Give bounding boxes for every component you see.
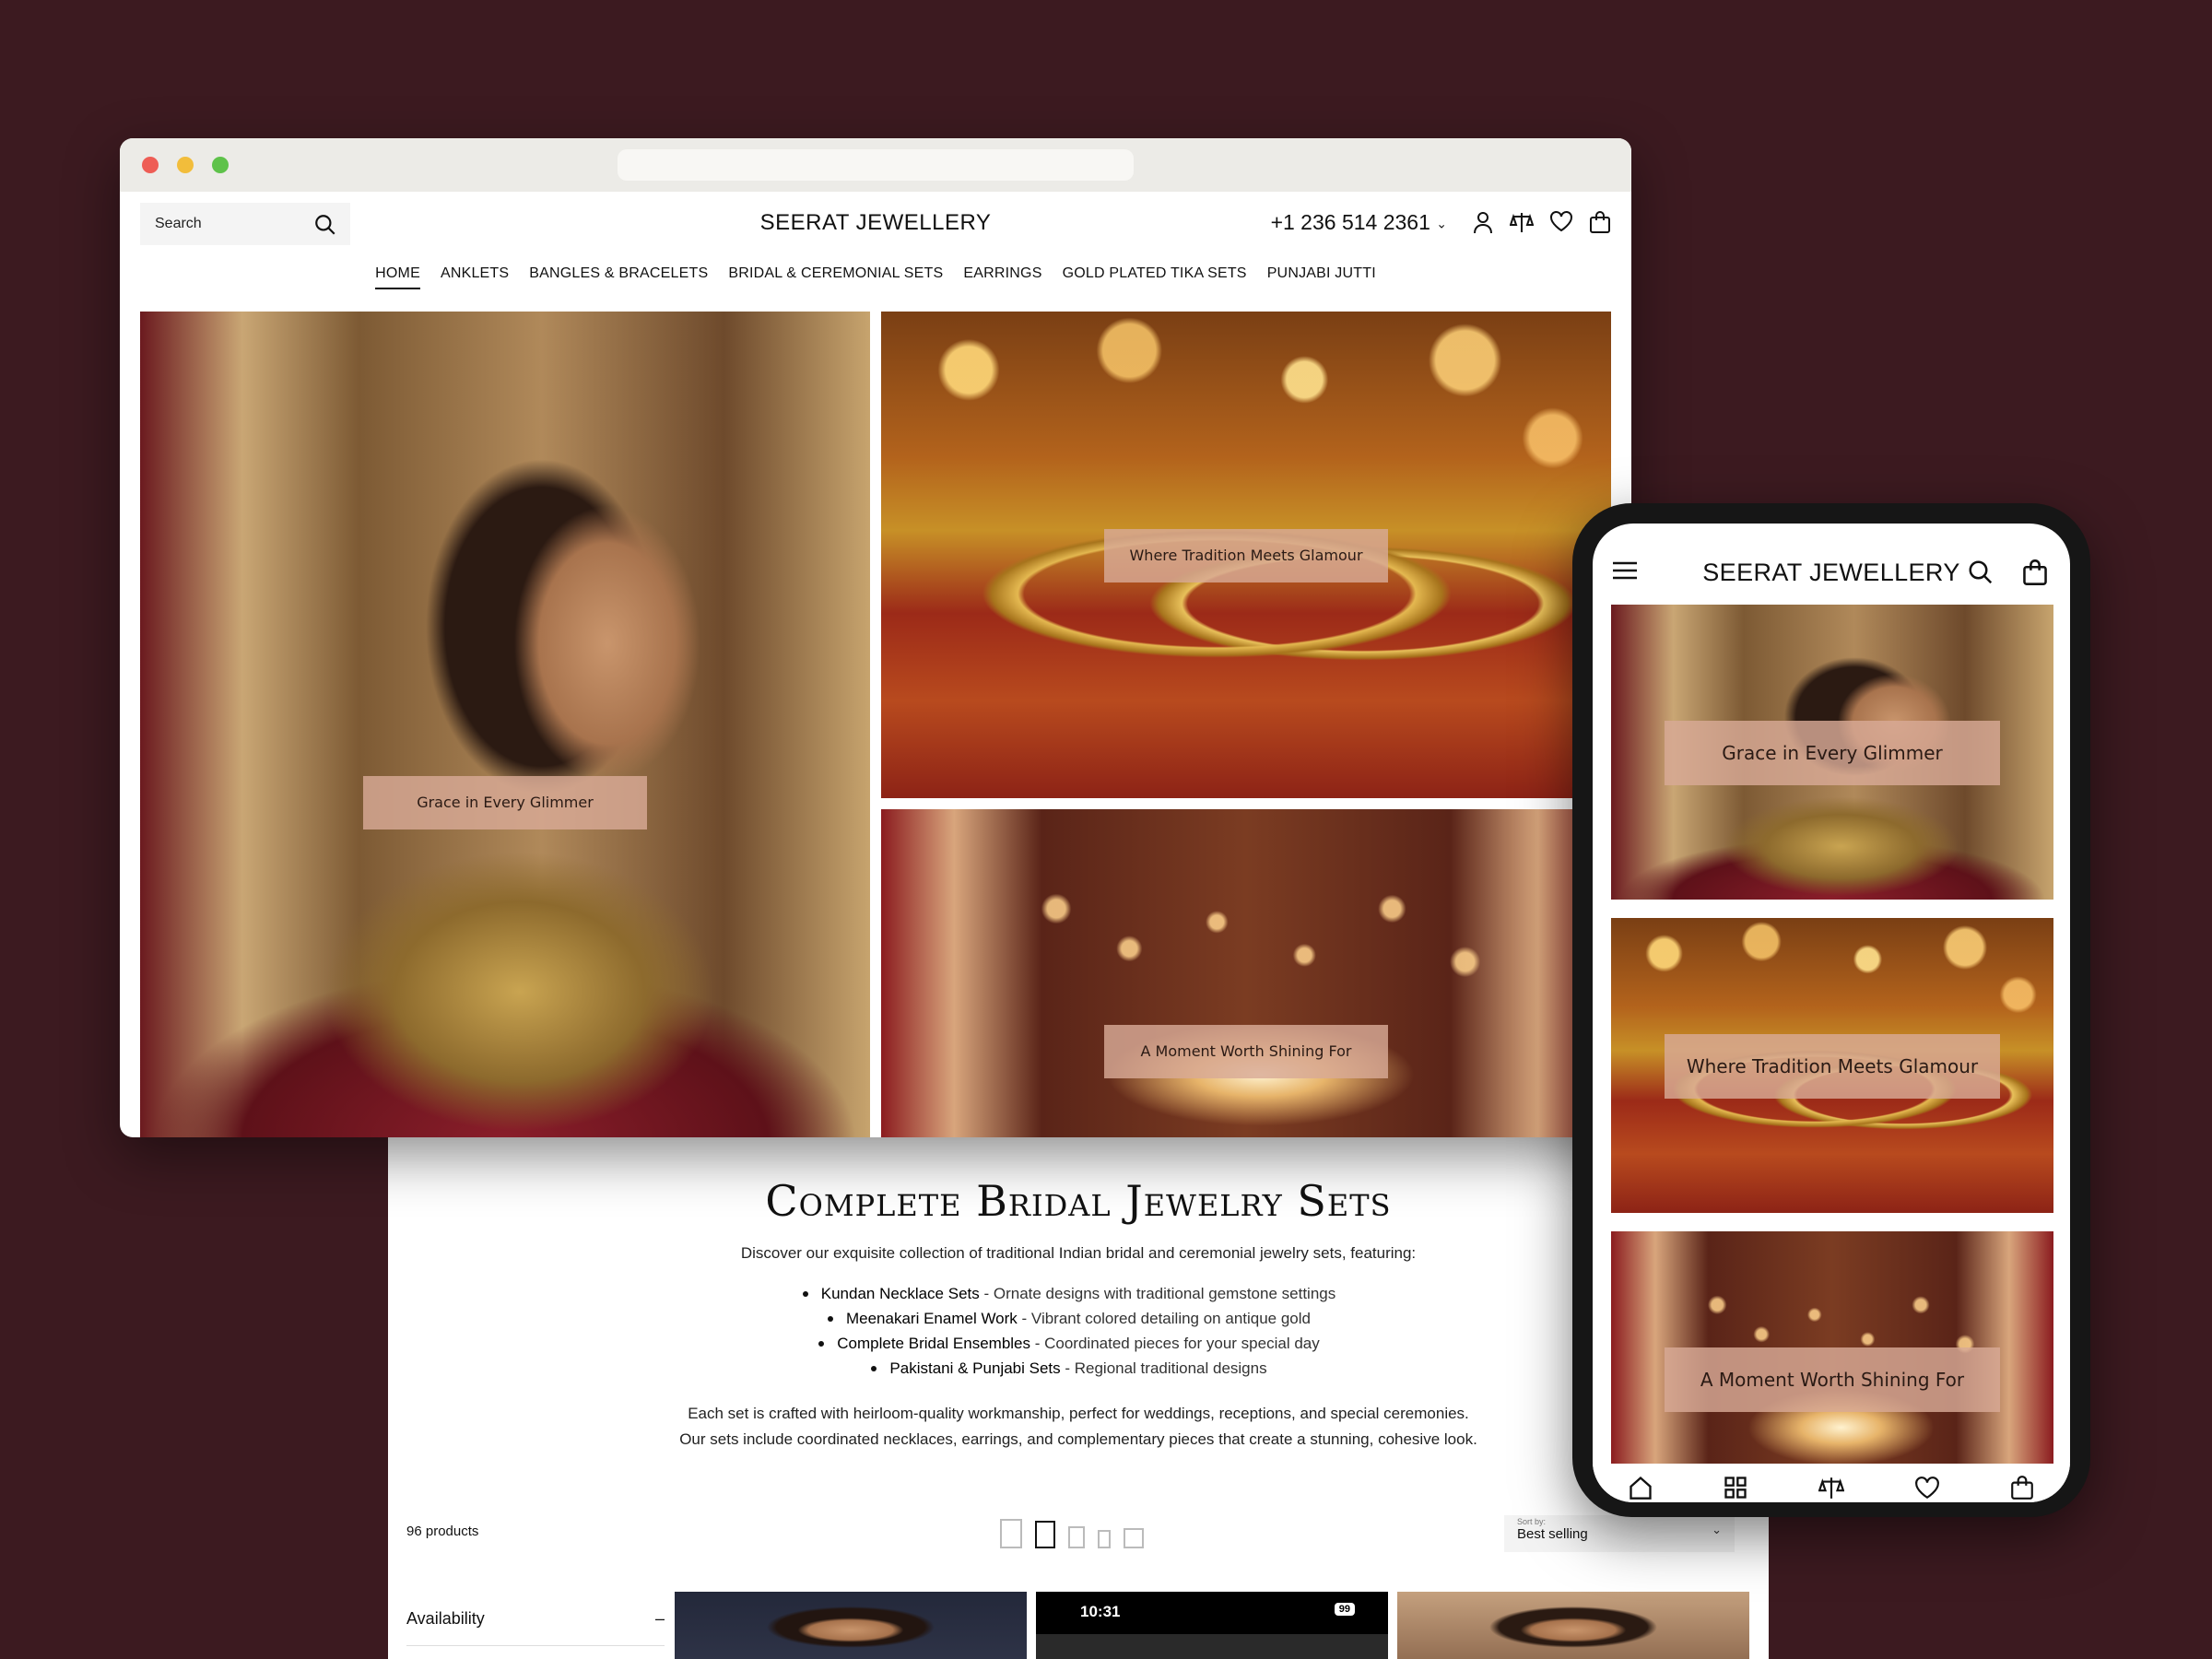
site-header: Search SEERAT JEWELLERY +1 236 514 2361 … <box>120 192 1631 265</box>
cart-icon[interactable] <box>2009 1475 2035 1500</box>
outro-line: Our sets include coordinated necklaces, … <box>679 1430 1477 1448</box>
browser-titlebar <box>120 138 1631 192</box>
phone-number[interactable]: +1 236 514 2361 ⌄ <box>1271 210 1447 235</box>
compare-icon[interactable] <box>1510 210 1534 234</box>
view-4-column-icon[interactable] <box>1098 1530 1111 1548</box>
sort-value: Best selling <box>1517 1526 1588 1542</box>
hero-tile-bangles[interactable]: Where Tradition Meets Glamour <box>881 312 1611 798</box>
address-bar[interactable] <box>618 149 1134 181</box>
filter-availability[interactable]: Availability – <box>406 1609 665 1646</box>
grid-icon[interactable] <box>1723 1475 1748 1500</box>
chevron-down-icon: ⌄ <box>1436 216 1447 231</box>
nav-item-bangles-bracelets[interactable]: BANGLES & BRACELETS <box>529 265 708 289</box>
list-item-desc: - Regional traditional designs <box>1060 1359 1267 1377</box>
nav-item-gold-plated-tika-sets[interactable]: GOLD PLATED TIKA SETS <box>1063 265 1247 289</box>
phone-frame: SEERAT JEWELLERY Grace in Every Glimmer … <box>1572 503 2090 1517</box>
list-item-name: Pakistani & Punjabi Sets <box>889 1359 1061 1377</box>
browser-window: Search SEERAT JEWELLERY +1 236 514 2361 … <box>120 138 1631 1137</box>
mobile-bottom-nav <box>1593 1464 2070 1502</box>
collection-intro: Discover our exquisite collection of tra… <box>740 1244 1417 1262</box>
collection-title: Complete Bridal Jewelry Sets <box>765 1176 1392 1226</box>
collapse-icon[interactable]: – <box>655 1609 665 1629</box>
list-item: Meenakari Enamel Work - Vibrant colored … <box>388 1306 1769 1331</box>
hero-caption[interactable]: Grace in Every Glimmer <box>363 776 647 830</box>
hero-caption[interactable]: Where Tradition Meets Glamour <box>1104 529 1388 582</box>
header-icons <box>1472 210 1611 234</box>
nav-item-earrings[interactable]: EARRINGS <box>963 265 1041 289</box>
list-item: Pakistani & Punjabi Sets - Regional trad… <box>388 1356 1769 1381</box>
cart-icon[interactable] <box>1589 210 1611 234</box>
product-card[interactable]: 10:31 99 <box>1036 1592 1388 1659</box>
wishlist-icon[interactable] <box>1549 210 1573 232</box>
list-item-desc: - Vibrant colored detailing on antique g… <box>1017 1310 1311 1327</box>
sort-select[interactable]: Sort by: Best selling ⌄ <box>1504 1515 1735 1552</box>
view-list-icon[interactable] <box>1124 1528 1144 1548</box>
hero-tile-bride[interactable]: Grace in Every Glimmer <box>140 312 870 1137</box>
mobile-header: SEERAT JEWELLERY <box>1593 524 2070 603</box>
mobile-site-logo[interactable]: SEERAT JEWELLERY <box>1593 559 2070 587</box>
minimize-window-button[interactable] <box>177 157 194 173</box>
collection-outro: Each set is crafted with heirloom-qualit… <box>388 1401 1769 1453</box>
mobile-hero-tile[interactable]: Where Tradition Meets Glamour <box>1611 918 2053 1213</box>
outro-line: Each set is crafted with heirloom-qualit… <box>688 1405 1469 1422</box>
close-window-button[interactable] <box>142 157 159 173</box>
nav-item-punjabi-jutti[interactable]: PUNJABI JUTTI <box>1267 265 1376 289</box>
nav-item-bridal-ceremonial-sets[interactable]: BRIDAL & CEREMONIAL SETS <box>728 265 943 289</box>
battery-badge: 99 <box>1334 1603 1355 1616</box>
maximize-window-button[interactable] <box>212 157 229 173</box>
hero-caption[interactable]: A Moment Worth Shining For <box>1104 1025 1388 1078</box>
collection-feature-list: Kundan Necklace Sets - Ornate designs wi… <box>388 1281 1769 1381</box>
phone-number-text: +1 236 514 2361 <box>1270 210 1430 234</box>
nav-item-home[interactable]: HOME <box>375 265 420 289</box>
product-image-statusbar: 10:31 99 <box>1036 1592 1388 1634</box>
products-count: 96 products <box>406 1524 479 1539</box>
sort-label: Sort by: <box>1517 1517 1547 1526</box>
list-item-desc: - Ornate designs with traditional gemsto… <box>979 1285 1336 1302</box>
phone-screen: SEERAT JEWELLERY Grace in Every Glimmer … <box>1593 524 2070 1502</box>
search-icon[interactable] <box>1967 559 1994 586</box>
product-card[interactable] <box>1397 1592 1749 1659</box>
list-item: Kundan Necklace Sets - Ornate designs wi… <box>388 1281 1769 1306</box>
list-item-desc: - Coordinated pieces for your special da… <box>1030 1335 1320 1352</box>
view-3-column-icon[interactable] <box>1068 1526 1085 1548</box>
mobile-hero-caption[interactable]: A Moment Worth Shining For <box>1665 1347 2000 1412</box>
view-2-column-icon[interactable] <box>1035 1521 1055 1548</box>
compare-icon[interactable] <box>1818 1475 1844 1500</box>
main-nav: HOME ANKLETS BANGLES & BRACELETS BRIDAL … <box>120 265 1631 289</box>
wishlist-icon[interactable] <box>1914 1475 1940 1500</box>
account-icon[interactable] <box>1472 210 1494 234</box>
hero-tile-ring[interactable]: A Moment Worth Shining For <box>881 809 1611 1137</box>
status-time: 10:31 <box>1080 1603 1121 1620</box>
list-item-name: Complete Bridal Ensembles <box>837 1335 1031 1352</box>
view-1-column-icon[interactable] <box>1000 1519 1022 1548</box>
list-item-name: Kundan Necklace Sets <box>820 1285 980 1302</box>
mobile-hero-caption[interactable]: Grace in Every Glimmer <box>1665 721 2000 785</box>
grid-view-switch <box>1000 1519 1144 1548</box>
mobile-hero-tile[interactable]: Grace in Every Glimmer <box>1611 605 2053 900</box>
hero-grid: Grace in Every Glimmer Where Tradition M… <box>140 312 1611 1137</box>
product-card[interactable] <box>675 1592 1027 1659</box>
chevron-down-icon: ⌄ <box>1712 1523 1722 1536</box>
cart-icon[interactable] <box>2022 559 2048 586</box>
mobile-hero-caption[interactable]: Where Tradition Meets Glamour <box>1665 1034 2000 1099</box>
filter-label: Availability <box>406 1609 485 1628</box>
collection-page: Complete Bridal Jewelry Sets Discover ou… <box>388 1134 1769 1659</box>
nav-item-anklets[interactable]: ANKLETS <box>441 265 509 289</box>
list-item: Complete Bridal Ensembles - Coordinated … <box>388 1331 1769 1356</box>
mobile-hero-tile[interactable]: A Moment Worth Shining For <box>1611 1231 2053 1477</box>
list-item-name: Meenakari Enamel Work <box>845 1310 1018 1327</box>
home-icon[interactable] <box>1628 1475 1653 1500</box>
